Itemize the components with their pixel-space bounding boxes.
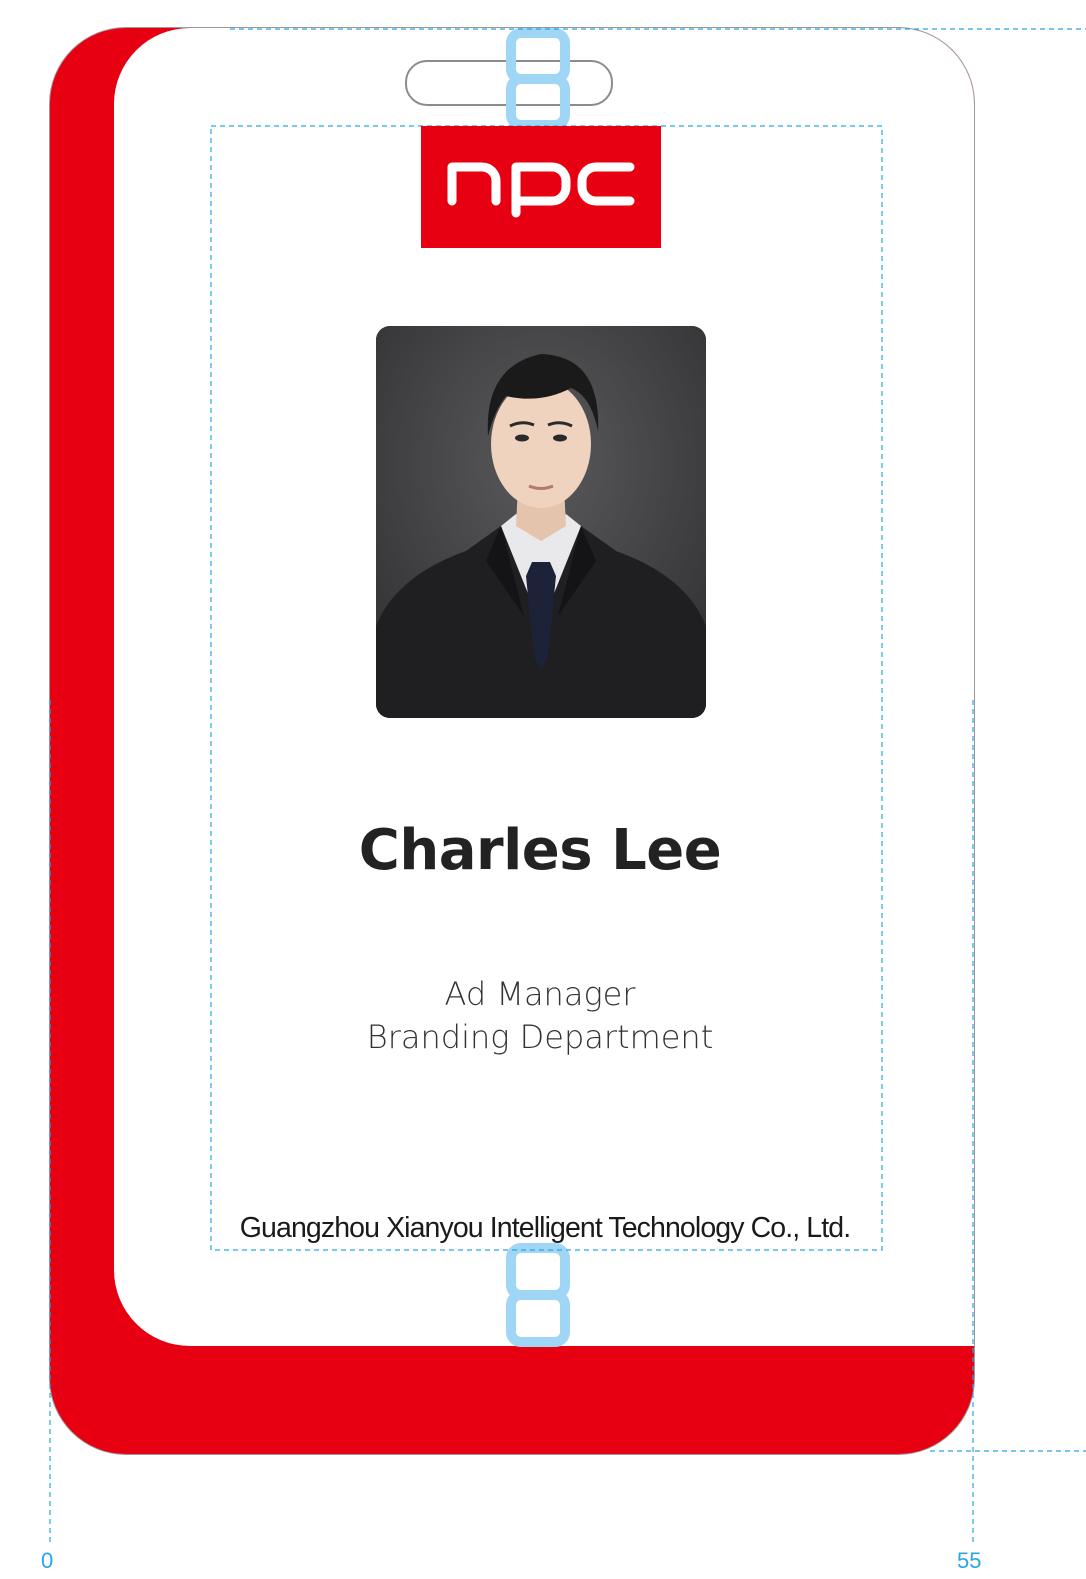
employee-name: Charles Lee [358,818,722,883]
dimension-label-right: 55 [957,1548,982,1573]
company-logo [421,126,661,248]
dimension-label-left: 0 [41,1548,54,1573]
company-name: Guangzhou Xianyou Intelligent Technology… [239,1212,851,1244]
lanyard-slot [405,60,613,106]
employee-department: Branding Department [366,1018,714,1056]
npc-logo-icon [447,162,635,218]
employee-position: Ad Manager [444,975,636,1013]
portrait-photo [376,326,706,718]
